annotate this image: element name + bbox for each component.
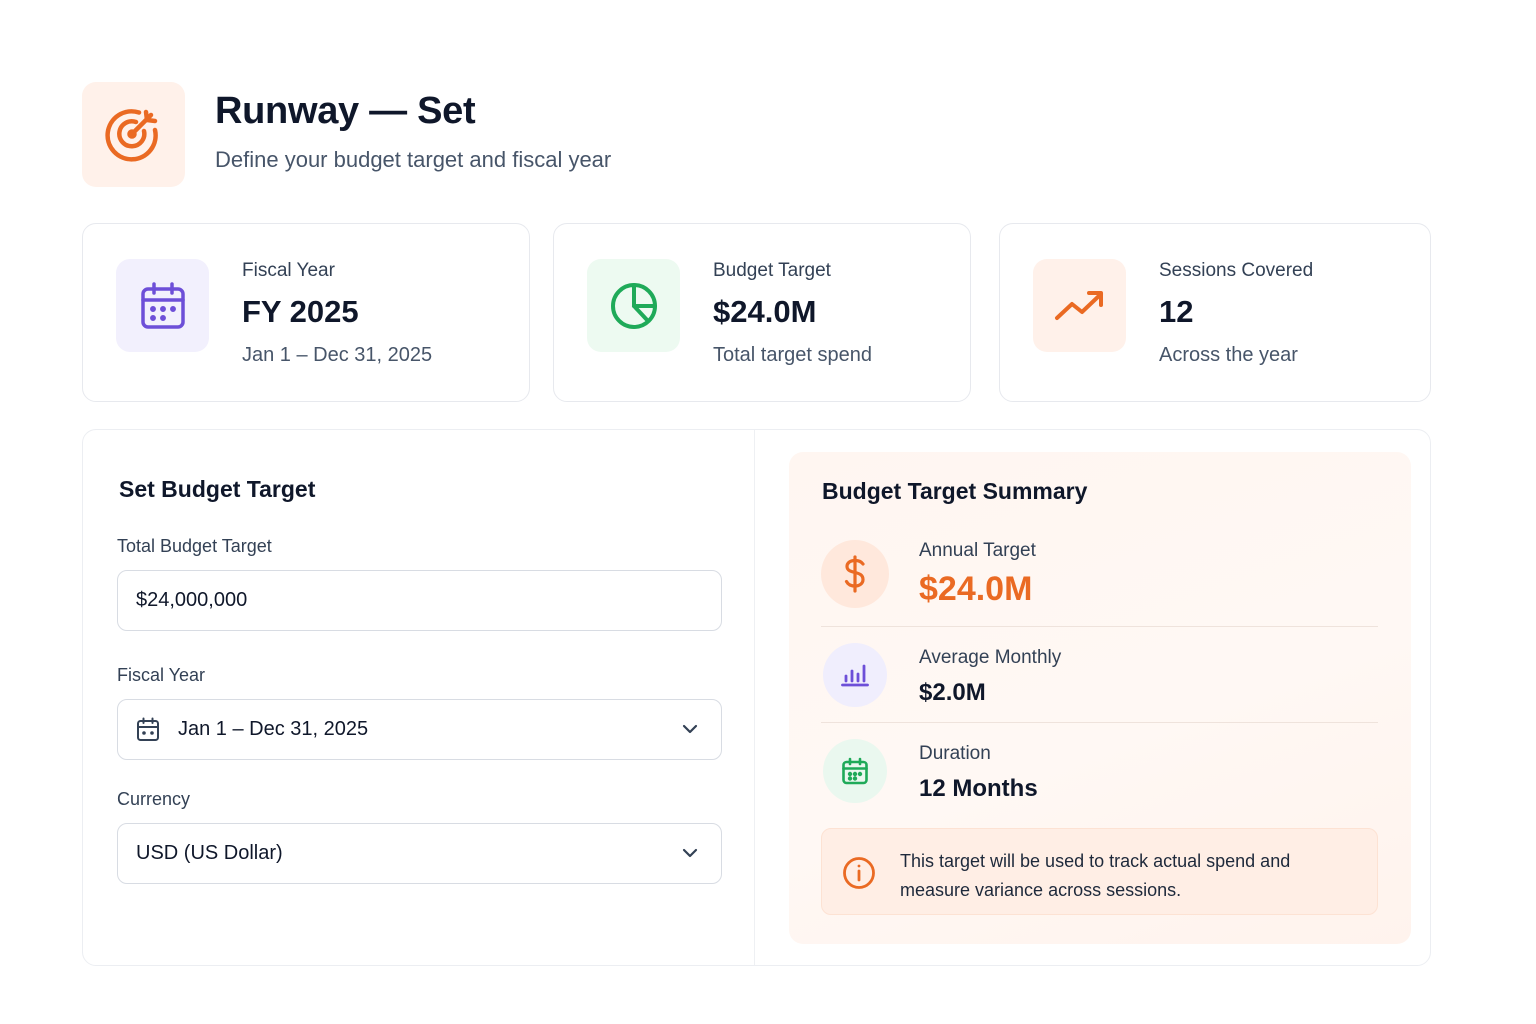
form-title: Set Budget Target [119,476,316,502]
stat-text: Budget Target $24.0M Total target spend [713,260,872,367]
calendar-icon [823,739,887,803]
summary-label: Duration [919,743,991,764]
summary-row-annual-target: Annual Target $24.0M [821,540,1378,620]
dollar-icon [821,540,889,608]
stat-card-fiscal-year: Fiscal Year FY 2025 Jan 1 – Dec 31, 2025 [82,223,530,402]
summary-value: $2.0M [919,679,986,706]
budget-summary: Budget Target Summary Annual Target $24.… [789,452,1411,944]
panel-divider [754,430,755,965]
page-subtitle: Define your budget target and fiscal yea… [215,147,612,172]
page-header: Runway — Set Define your budget target a… [82,82,611,187]
stat-text: Sessions Covered 12 Across the year [1159,260,1313,367]
currency-value: USD (US Dollar) [136,842,283,864]
currency-select[interactable]: USD (US Dollar) [117,823,722,884]
stat-card-budget-target: Budget Target $24.0M Total target spend [553,223,971,402]
info-icon [843,857,875,889]
stat-icon-box [1033,259,1126,352]
budget-panel: Set Budget Target Total Budget Target Fi… [82,429,1431,966]
page-title: Runway — Set [215,90,476,132]
summary-text: Duration 12 Months [919,743,1038,803]
summary-row-average-monthly: Average Monthly $2.0M [821,643,1378,715]
stat-value: $24.0M [713,294,817,329]
stat-text: Fiscal Year FY 2025 Jan 1 – Dec 31, 2025 [242,260,432,367]
note-text: This target will be used to track actual… [900,851,1291,900]
chevron-down-icon [682,848,698,858]
budget-target-label: Total Budget Target [117,536,272,556]
trending-up-icon [1054,290,1103,320]
summary-separator [821,722,1378,723]
runway-set-page: Runway — Set Define your budget target a… [0,0,1536,1024]
summary-text: Annual Target $24.0M [919,540,1036,609]
stat-value: 12 [1159,294,1194,329]
stat-card-sessions-covered: Sessions Covered 12 Across the year [999,223,1431,402]
stat-label: Sessions Covered [1159,260,1314,281]
summary-separator [821,626,1378,627]
stat-label: Budget Target [713,260,831,281]
stat-icon-box [116,259,209,352]
chevron-down-icon [682,724,698,734]
summary-note: This target will be used to track actual… [821,828,1378,915]
summary-value: $24.0M [919,570,1033,608]
summary-title: Budget Target Summary [822,478,1088,504]
summary-label: Annual Target [919,540,1036,561]
header-text: Runway — Set Define your budget target a… [215,90,611,173]
logo-box [82,82,185,187]
budget-target-field[interactable] [117,570,722,631]
pie-chart-icon [610,282,657,329]
summary-row-duration: Duration 12 Months [821,739,1378,811]
fiscal-year-label: Fiscal Year [117,665,206,685]
summary-text: Average Monthly $2.0M [919,647,1061,707]
stat-label: Fiscal Year [242,260,335,281]
currency-label: Currency [117,789,191,809]
stat-sub: Jan 1 – Dec 31, 2025 [242,344,433,366]
fiscal-year-value: Jan 1 – Dec 31, 2025 [178,718,369,740]
stat-sub: Total target spend [713,344,872,366]
stat-icon-box [587,259,680,352]
bar-chart-icon [823,643,887,707]
stat-value: FY 2025 [242,294,359,329]
stat-sub: Across the year [1159,344,1298,366]
fiscal-year-select[interactable]: Jan 1 – Dec 31, 2025 [117,699,722,760]
calendar-icon [140,281,185,329]
summary-value: 12 Months [919,775,1038,802]
calendar-icon [137,717,159,741]
budget-target-input[interactable] [136,589,721,612]
target-icon [104,108,158,162]
summary-label: Average Monthly [919,647,1062,668]
